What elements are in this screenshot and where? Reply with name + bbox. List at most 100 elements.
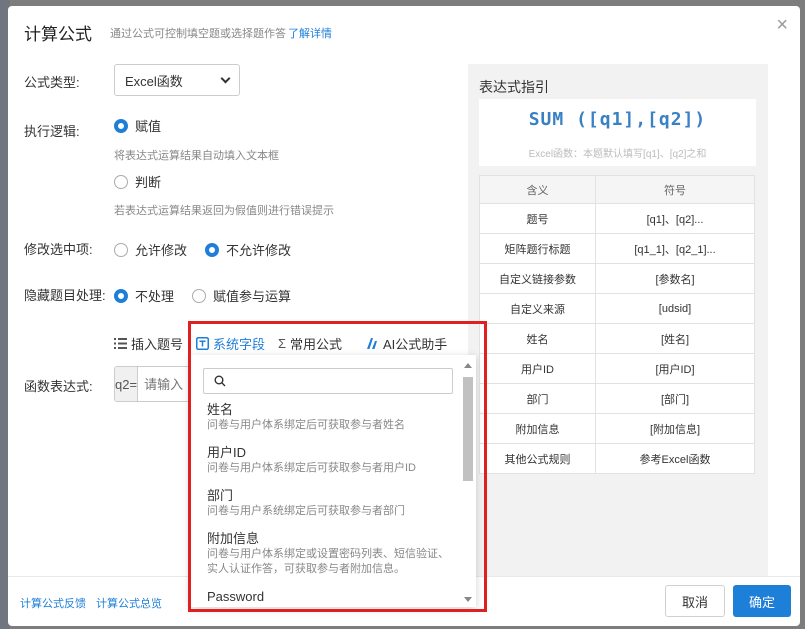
table-cell: 参考Excel函数 (595, 443, 755, 474)
table-cell: 题号 (479, 203, 596, 234)
expression-input[interactable] (138, 367, 193, 401)
radio-unchecked-icon (192, 288, 206, 303)
table-cell: 姓名 (479, 323, 596, 354)
system-fields-tab[interactable]: 系统字段 (196, 334, 265, 353)
list-item-desc: 问卷与用户体系绑定或设置密码列表、短信验证、实人认证作答，可获取参与者附加信息。 (207, 548, 449, 575)
table-cell: 自定义链接参数 (479, 263, 596, 294)
guide-formula-note: Excel函数：本题默认填写[q1]、[q2]之和 (528, 149, 707, 160)
table-row: 附加信息 [附加信息] (479, 413, 755, 444)
close-icon[interactable]: × (776, 14, 788, 37)
assign-participate-label: 赋值参与运算 (213, 289, 292, 304)
ok-button[interactable]: 确定 (733, 585, 791, 617)
judge-radio-label: 判断 (135, 175, 162, 190)
ai-icon (367, 338, 377, 349)
list-item[interactable]: 部门 问卷与用户系统绑定后可获取参与者部门 (190, 483, 462, 526)
no-process-radio[interactable]: 不处理 (114, 286, 174, 305)
search-icon (214, 375, 226, 387)
guide-header-symbol: 符号 (595, 175, 755, 204)
table-cell: [q1]、[q2]... (595, 203, 755, 234)
guide-formula-box: SUM ([q1],[q2]) Excel函数：本题默认填写[q1]、[q2]之… (479, 99, 756, 166)
dropdown-list: 姓名 问卷与用户体系绑定后可获取参与者姓名 用户ID 问卷与用户体系绑定后可获取… (190, 397, 462, 607)
system-fields-dropdown: 姓名 问卷与用户体系绑定后可获取参与者姓名 用户ID 问卷与用户体系绑定后可获取… (190, 355, 476, 607)
insert-question-label: 插入题号 (131, 337, 184, 352)
formula-type-select[interactable]: Excel函数 (114, 64, 240, 96)
list-item-name: 附加信息 (207, 531, 260, 546)
radio-checked-icon (114, 288, 128, 303)
ai-assistant-label: AI公式助手 (383, 337, 448, 352)
table-row: 部门 [部门] (479, 383, 755, 414)
common-formulas-label: 常用公式 (290, 337, 343, 352)
dialog-title: 计算公式 (24, 25, 92, 44)
table-cell: [附加信息] (595, 413, 755, 444)
insert-question-button[interactable]: 插入题号 (114, 334, 183, 353)
table-row: 自定义链接参数 [参数名] (479, 263, 755, 294)
list-item-name: 姓名 (207, 402, 234, 417)
disallow-modify-label: 不允许修改 (226, 243, 292, 258)
assign-participate-radio[interactable]: 赋值参与运算 (192, 286, 291, 305)
table-cell: [用户ID] (595, 353, 755, 384)
expression-guide-panel: 表达式指引 SUM ([q1],[q2]) Excel函数：本题默认填写[q1]… (468, 64, 768, 576)
list-item-desc: 问卷与用户系统绑定后可获取参与者部门 (207, 505, 405, 517)
guide-title: 表达式指引 (479, 79, 549, 95)
formula-type-label: 公式类型: (24, 75, 80, 90)
list-item[interactable]: 用户ID 问卷与用户体系绑定后可获取参与者用户ID (190, 440, 462, 483)
table-row: 自定义来源 [udsid] (479, 293, 755, 324)
table-row: 用户ID [用户ID] (479, 353, 755, 384)
table-cell: [姓名] (595, 323, 755, 354)
judge-radio[interactable]: 判断 (114, 172, 161, 191)
radio-checked-icon (205, 242, 219, 257)
guide-header-meaning: 含义 (479, 175, 596, 204)
dialog-subtitle: 通过公式可控制填空题或选择题作答 (110, 28, 286, 40)
learn-more-link[interactable]: 了解详情 (288, 25, 332, 41)
guide-table: 含义 符号 题号 [q1]、[q2]... 矩阵题行标题 [q1_1]、[q2_1]… (479, 175, 755, 474)
table-row: 题号 [q1]、[q2]... (479, 203, 755, 234)
radio-checked-icon (114, 118, 128, 133)
modify-label: 修改选中项: (24, 242, 93, 257)
common-formulas-button[interactable]: Σ 常用公式 (278, 334, 342, 353)
allow-modify-radio[interactable]: 允许修改 (114, 240, 187, 259)
assign-radio[interactable]: 赋值 (114, 116, 161, 135)
table-cell: [参数名] (595, 263, 755, 294)
list-item-name: 用户ID (207, 445, 247, 460)
list-item-name: Password (207, 589, 265, 604)
assign-radio-label: 赋值 (135, 119, 162, 134)
disallow-modify-radio[interactable]: 不允许修改 (205, 240, 291, 259)
hidden-handling-label: 隐藏题目处理: (24, 288, 106, 303)
table-cell: 附加信息 (479, 413, 596, 444)
feedback-link[interactable]: 计算公式反馈 (20, 595, 86, 611)
overview-link[interactable]: 计算公式总览 (96, 595, 162, 611)
dropdown-scrollbar[interactable] (462, 359, 474, 605)
system-fields-label: 系统字段 (213, 337, 266, 352)
table-row: 其他公式规则 参考Excel函数 (479, 443, 755, 474)
list-item[interactable]: 姓名 问卷与用户体系绑定后可获取参与者姓名 (190, 397, 462, 440)
expression-field[interactable]: q2= (114, 366, 194, 402)
list-icon (114, 338, 127, 349)
table-row: 姓名 [姓名] (479, 323, 755, 354)
ai-assistant-button[interactable]: AI公式助手 (366, 334, 447, 353)
sigma-icon: Σ (278, 336, 287, 351)
allow-modify-label: 允许修改 (135, 243, 188, 258)
chevron-down-icon (220, 73, 231, 83)
expression-label: 函数表达式: (24, 379, 93, 394)
expression-prefix: q2= (115, 367, 139, 401)
table-cell: [部门] (595, 383, 755, 414)
list-item[interactable]: 附加信息 问卷与用户体系绑定或设置密码列表、短信验证、实人认证作答，可获取参与者… (190, 526, 462, 584)
no-process-label: 不处理 (135, 289, 175, 304)
list-item-desc: 问卷与用户体系绑定后可获取参与者用户ID (207, 462, 416, 474)
dropdown-search-input[interactable] (203, 368, 453, 394)
judge-hint: 若表达式运算结果返回为假值则进行错误提示 (114, 205, 334, 217)
scrollbar-thumb[interactable] (463, 377, 473, 481)
guide-table-header: 含义 符号 (479, 175, 755, 204)
formula-type-value: Excel函数 (125, 73, 183, 89)
cancel-button[interactable]: 取消 (665, 585, 725, 617)
list-item[interactable]: Password (190, 584, 462, 607)
field-icon (196, 337, 209, 350)
scroll-down-icon[interactable] (464, 597, 472, 602)
list-item-desc: 问卷与用户体系绑定后可获取参与者姓名 (207, 419, 405, 431)
table-cell: 部门 (479, 383, 596, 414)
radio-unchecked-icon (114, 242, 128, 257)
table-cell: [q1_1]、[q2_1]... (595, 233, 755, 264)
scroll-up-icon[interactable] (464, 363, 472, 368)
guide-formula: SUM ([q1],[q2]) (528, 109, 707, 130)
table-cell: [udsid] (595, 293, 755, 324)
